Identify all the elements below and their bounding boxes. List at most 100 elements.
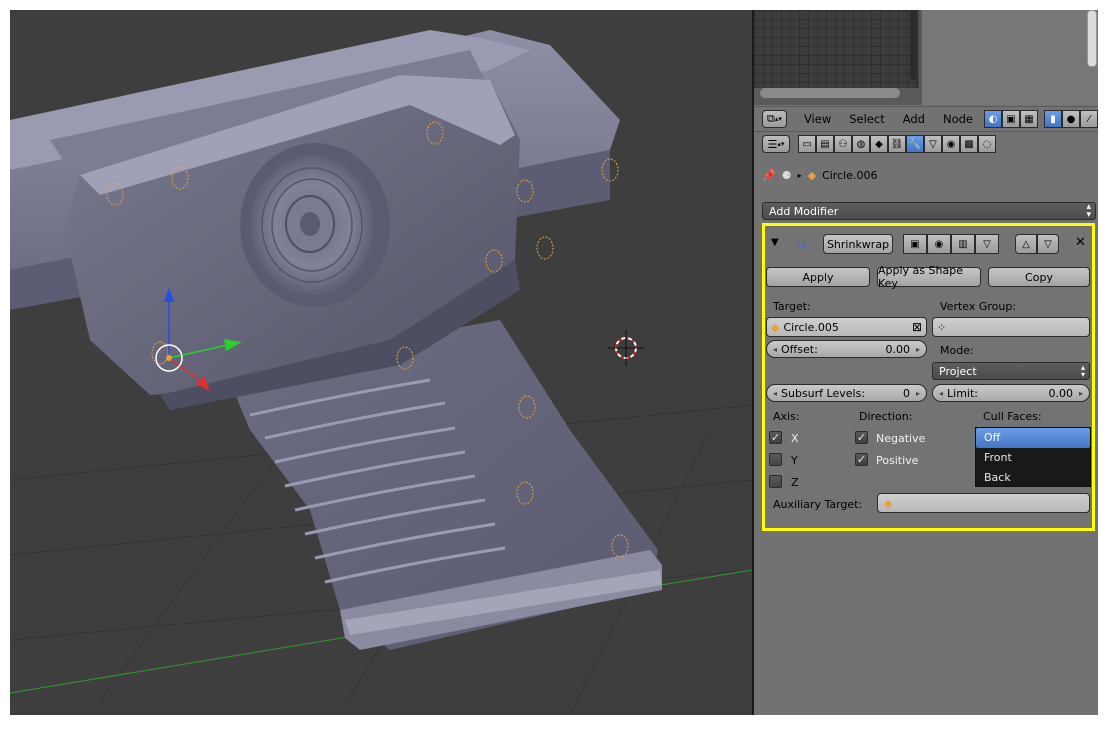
node-side-panel: [922, 10, 1098, 105]
render-camera-icon[interactable]: ▣: [903, 234, 927, 254]
material-tab-icon[interactable]: ◉: [942, 135, 960, 153]
data-tab-icon[interactable]: ▽: [924, 135, 942, 153]
constraints-tab-icon[interactable]: ⛓: [888, 135, 906, 153]
vertex-group-icon: ⁘: [937, 320, 947, 334]
world-tab-icon[interactable]: ◍: [852, 135, 870, 153]
move-up-icon[interactable]: △: [1015, 234, 1037, 254]
offset-field[interactable]: ◂ Offset: 0.00 ▸: [766, 340, 927, 358]
modifier-name: Shrinkwrap: [826, 237, 890, 251]
axis-y-checkbox[interactable]: [769, 453, 782, 466]
vertex-group-label: Vertex Group:: [940, 300, 1017, 313]
chevron-right-icon: ▸: [797, 170, 802, 180]
positive-checkbox[interactable]: ✓: [855, 453, 868, 466]
increment-arrow-icon[interactable]: ▸: [916, 345, 920, 354]
mode-value: Project: [939, 364, 977, 378]
scene-tab-icon[interactable]: ⚇: [834, 135, 852, 153]
cull-option-front[interactable]: Front: [976, 448, 1090, 468]
collapse-triangle-icon[interactable]: ▼: [771, 237, 779, 248]
cull-faces-popup-menu: Off Front Back: [975, 427, 1091, 487]
move-down-icon[interactable]: ▽: [1037, 234, 1059, 254]
modifier-move-buttons: △ ▽: [1015, 234, 1059, 254]
axis-x-checkbox[interactable]: ✓: [769, 431, 782, 444]
add-modifier-label: Add Modifier: [769, 204, 839, 218]
breadcrumb-object: Circle.006: [822, 168, 878, 182]
pin-icon[interactable]: 📌: [762, 169, 776, 182]
auxiliary-target-field[interactable]: ◆: [877, 493, 1090, 513]
editor-type-button[interactable]: ⧉ ▴▾: [762, 110, 787, 128]
side-panel-scrollbar[interactable]: [1087, 10, 1097, 67]
positive-label: Positive: [876, 454, 919, 467]
texture-nodes-icon[interactable]: ▦: [1020, 110, 1038, 128]
apply-as-shape-key-button[interactable]: Apply as Shape Key: [877, 264, 981, 290]
world-shader-icon[interactable]: ●: [1062, 110, 1080, 128]
limit-field[interactable]: ◂ Limit: 0.00 ▸: [932, 384, 1090, 402]
negative-checkbox[interactable]: ✓: [855, 431, 868, 444]
scene-icon: ⚈: [781, 168, 792, 182]
object-tab-icon[interactable]: ◆: [870, 135, 888, 153]
physics-tab-icon[interactable]: ◌: [978, 135, 996, 153]
texture-tab-icon[interactable]: ▩: [960, 135, 978, 153]
viewport-eye-icon[interactable]: ◉: [927, 234, 951, 254]
node-horizontal-scrollbar[interactable]: [760, 88, 900, 98]
compositing-nodes-icon[interactable]: ▣: [1002, 110, 1020, 128]
node-grid: [754, 10, 919, 88]
shader-nodes-icon[interactable]: ◐: [984, 110, 1002, 128]
menu-view[interactable]: View: [795, 112, 840, 126]
direction-label: Direction:: [859, 410, 913, 423]
menu-select[interactable]: Select: [840, 112, 893, 126]
shrinkwrap-icon: ⧉: [797, 236, 806, 250]
modifiers-wrench-icon[interactable]: 🔧: [906, 135, 924, 153]
object-shader-icon[interactable]: ▮: [1044, 110, 1062, 128]
cull-faces-label: Cull Faces:: [983, 410, 1042, 423]
copy-button[interactable]: Copy: [988, 267, 1090, 287]
menu-node[interactable]: Node: [934, 112, 982, 126]
cull-option-back[interactable]: Back: [976, 468, 1090, 488]
target-value: Circle.005: [783, 320, 839, 334]
properties-editor-type-button[interactable]: ☰ ▴▾: [762, 135, 790, 153]
auxiliary-target-label: Auxiliary Target:: [773, 498, 863, 511]
apply-shape-label: Apply as Shape Key: [878, 264, 963, 290]
object-cube-icon: ◆: [884, 496, 893, 510]
render-layers-icon[interactable]: ▤: [816, 135, 834, 153]
decrement-arrow-icon[interactable]: ◂: [939, 389, 943, 398]
3d-viewport[interactable]: [10, 10, 752, 715]
axis-y-label: Y: [791, 454, 798, 467]
subsurf-label: Subsurf Levels:: [781, 386, 866, 400]
object-cube-icon: ◆: [771, 320, 780, 334]
cull-option-off[interactable]: Off: [976, 428, 1090, 448]
limit-label: Limit:: [947, 386, 978, 400]
increment-arrow-icon[interactable]: ▸: [916, 389, 920, 398]
on-cage-icon[interactable]: ▽: [975, 234, 999, 254]
subsurf-levels-field[interactable]: ◂ Subsurf Levels: 0 ▸: [766, 384, 927, 402]
3d-cursor[interactable]: [608, 330, 644, 366]
node-vertical-scrollbar[interactable]: [910, 10, 917, 80]
dropdown-arrows-icon: ▴ ▾: [1086, 202, 1091, 220]
axis-x-label: X: [791, 432, 799, 445]
mode-label: Mode:: [940, 344, 974, 357]
viewport-scene: [10, 30, 752, 715]
menu-add[interactable]: Add: [894, 112, 934, 126]
axis-z-label: Z: [791, 476, 799, 489]
increment-arrow-icon[interactable]: ▸: [1079, 389, 1083, 398]
target-label: Target:: [773, 300, 811, 313]
add-modifier-dropdown[interactable]: Add Modifier ▴ ▾: [762, 202, 1096, 220]
editor-type-icon: ⧉: [767, 112, 775, 125]
axis-label: Axis:: [773, 410, 800, 423]
mode-dropdown[interactable]: Project ▴ ▾: [932, 362, 1090, 380]
offset-label: Offset:: [781, 342, 818, 356]
decrement-arrow-icon[interactable]: ◂: [773, 389, 777, 398]
brush-icon[interactable]: ⁄: [1080, 110, 1098, 128]
modifier-visibility-toggles: ▣ ◉ ▥ ▽: [903, 234, 999, 254]
render-tab-icon[interactable]: ▭: [798, 135, 816, 153]
clear-target-x-icon[interactable]: ⊠: [912, 320, 922, 334]
modifier-name-field[interactable]: Shrinkwrap: [823, 234, 893, 254]
node-editor-area[interactable]: [754, 10, 1098, 105]
decrement-arrow-icon[interactable]: ◂: [773, 345, 777, 354]
target-field[interactable]: ◆ Circle.005 ⊠: [766, 317, 927, 337]
remove-modifier-close-icon[interactable]: ✕: [1075, 235, 1086, 250]
edit-mode-icon[interactable]: ▥: [951, 234, 975, 254]
negative-label: Negative: [876, 432, 926, 445]
vertex-group-field[interactable]: ⁘: [932, 317, 1090, 337]
apply-button[interactable]: Apply: [766, 267, 870, 287]
axis-z-checkbox[interactable]: [769, 475, 782, 488]
